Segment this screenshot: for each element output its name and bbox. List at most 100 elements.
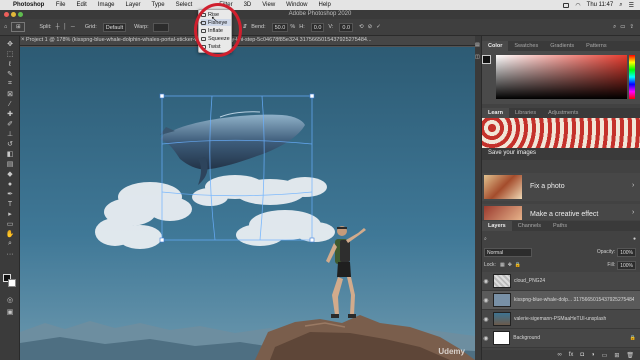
more-tools-icon[interactable]: ··· [5, 250, 15, 258]
bend-field[interactable]: 50.0 [271, 22, 289, 32]
warp-style-select[interactable] [152, 22, 169, 32]
background-color-swatch[interactable] [8, 279, 16, 287]
shape-tool-icon[interactable]: ▭ [5, 220, 15, 228]
eye-icon[interactable]: ◉ [482, 278, 490, 285]
tab-learn[interactable]: Learn [482, 108, 509, 118]
layer-filter-toggle-icon[interactable]: ● [633, 236, 636, 242]
commit-transform-icon[interactable]: ✓ [376, 24, 381, 30]
split-cross-icon[interactable]: ┼ [56, 24, 60, 30]
history-brush-tool-icon[interactable]: ↺ [5, 140, 15, 148]
lasso-tool-icon[interactable]: ℓ [5, 60, 15, 68]
path-select-tool-icon[interactable]: ▸ [5, 210, 15, 218]
tab-libraries[interactable]: Libraries [509, 108, 542, 118]
fill-field[interactable]: 100% [617, 260, 636, 270]
cancel-transform-icon[interactable]: ⊘ [368, 24, 373, 30]
control-center-icon[interactable]: ☰ [629, 2, 634, 9]
properties-panel-icon[interactable]: ◫ [475, 54, 480, 60]
tab-swatches[interactable]: Swatches [508, 41, 544, 51]
stamp-tool-icon[interactable]: ⊥ [5, 130, 15, 138]
close-window-icon[interactable] [4, 12, 9, 17]
canvas[interactable]: Udemy [20, 47, 475, 360]
document-tab[interactable]: × Project 1 @ 178% (kisspng-blue-whale-d… [20, 36, 475, 46]
quick-select-tool-icon[interactable]: ✎ [5, 70, 15, 78]
tab-gradients[interactable]: Gradients [544, 41, 580, 51]
crop-tool-icon[interactable]: ⌗ [5, 80, 15, 88]
menu-window[interactable]: Window [281, 2, 313, 8]
history-panel-icon[interactable]: ▤ [475, 42, 480, 48]
adjustment-layer-icon[interactable]: ◑ [591, 352, 595, 358]
pen-tool-icon[interactable]: ✒ [5, 190, 15, 198]
eye-icon[interactable]: ◉ [482, 335, 490, 342]
zoom-tool-icon[interactable]: ⌕ [5, 240, 15, 248]
dodge-tool-icon[interactable]: ● [5, 180, 15, 188]
warp-orientation-icon[interactable]: ⇵ [243, 24, 248, 30]
tab-layers[interactable]: Layers [482, 221, 512, 231]
search-icon[interactable]: ⌕ [613, 24, 616, 31]
menu-select[interactable]: Select [170, 2, 198, 8]
workspace-icon[interactable]: ▭ [620, 24, 625, 30]
spotlight-icon[interactable]: ⌕ [619, 2, 622, 9]
eraser-tool-icon[interactable]: ◧ [5, 150, 15, 158]
learn-item-creative[interactable]: Make a creative effect › [482, 204, 640, 220]
gradient-tool-icon[interactable]: ▤ [5, 160, 15, 168]
menu-type[interactable]: Type [146, 2, 170, 8]
menu-3d[interactable]: 3D [238, 2, 257, 8]
eye-icon[interactable]: ◉ [482, 316, 490, 323]
layer-row[interactable]: ◉ cloud_PNG24 [482, 272, 640, 291]
link-layers-icon[interactable]: ∞ [557, 352, 561, 358]
minimize-window-icon[interactable] [11, 12, 16, 17]
menu-view[interactable]: View [257, 2, 281, 8]
layer-row[interactable]: ◉ valerie-sigemann-PSMaaHeTUI-unsplash [482, 310, 640, 329]
clock[interactable]: Thu 11:47 [587, 2, 614, 8]
tab-adjustments[interactable]: Adjustments [542, 108, 584, 118]
menu-file[interactable]: File [50, 2, 71, 8]
tab-patterns[interactable]: Patterns [580, 41, 612, 51]
reset-warp-icon[interactable]: ⟲ [359, 24, 364, 30]
v-distortion-field[interactable]: 0.0 [339, 22, 354, 32]
share-icon[interactable]: ⇪ [629, 24, 634, 30]
quick-mask-icon[interactable]: ◎ [5, 296, 15, 304]
app-menu[interactable]: Photoshop [10, 2, 50, 8]
layer-filter-kind-icon[interactable]: ⌕ [484, 236, 487, 242]
healing-tool-icon[interactable]: ✚ [5, 110, 15, 118]
lock-position-icon[interactable]: ✥ [508, 262, 512, 268]
lock-all-icon[interactable]: 🔒 [515, 262, 521, 268]
new-layer-icon[interactable]: ⊞ [614, 352, 619, 359]
hand-tool-icon[interactable]: ✋ [5, 230, 15, 238]
eye-icon[interactable]: ◉ [482, 297, 490, 304]
blend-mode-select[interactable]: Normal [484, 247, 532, 257]
new-group-icon[interactable]: ▭ [602, 352, 608, 359]
color-picker-field[interactable] [496, 55, 627, 99]
warp-tool-icon[interactable]: ⊞ [11, 22, 26, 32]
screen-mode-icon[interactable]: ▣ [5, 308, 15, 316]
add-mask-icon[interactable]: ◘ [580, 352, 584, 358]
eyedropper-tool-icon[interactable]: ⁄ [5, 100, 15, 108]
tab-paths[interactable]: Paths [547, 221, 573, 231]
marquee-tool-icon[interactable]: ⬚ [5, 50, 15, 58]
layer-row-selected[interactable]: ◉ kisspng-blue-whale-dolp... 31756650154… [482, 291, 640, 310]
menu-image[interactable]: Image [92, 2, 120, 8]
blur-tool-icon[interactable]: ◆ [5, 170, 15, 178]
menu-help[interactable]: Help [313, 2, 336, 8]
battery-icon[interactable] [563, 2, 570, 8]
menu-edit[interactable]: Edit [71, 2, 92, 8]
menu-layer[interactable]: Layer [120, 2, 146, 8]
tab-color[interactable]: Color [482, 41, 509, 51]
home-icon[interactable]: ⌂ [4, 24, 7, 30]
type-tool-icon[interactable]: T [5, 200, 15, 208]
tab-channels[interactable]: Channels [512, 221, 547, 231]
color-fg-swatch[interactable] [482, 55, 491, 64]
split-horizontal-icon[interactable]: ─ [71, 24, 75, 30]
layer-row[interactable]: ◉ Background 🔒 [482, 329, 640, 348]
grid-select[interactable]: Default [102, 22, 127, 32]
close-doc-icon[interactable]: × [21, 37, 25, 43]
opacity-field[interactable]: 100% [617, 247, 636, 257]
zoom-window-icon[interactable] [18, 12, 23, 17]
fx-icon[interactable]: fx [569, 352, 574, 358]
learn-item-fix-photo[interactable]: Fix a photo › [482, 173, 640, 201]
learn-banner[interactable]: Save your images [482, 118, 640, 160]
hue-slider[interactable] [629, 55, 635, 99]
frame-tool-icon[interactable]: ⊠ [5, 90, 15, 98]
brush-tool-icon[interactable]: ✐ [5, 120, 15, 128]
wifi-icon[interactable]: ◠ [575, 2, 580, 9]
